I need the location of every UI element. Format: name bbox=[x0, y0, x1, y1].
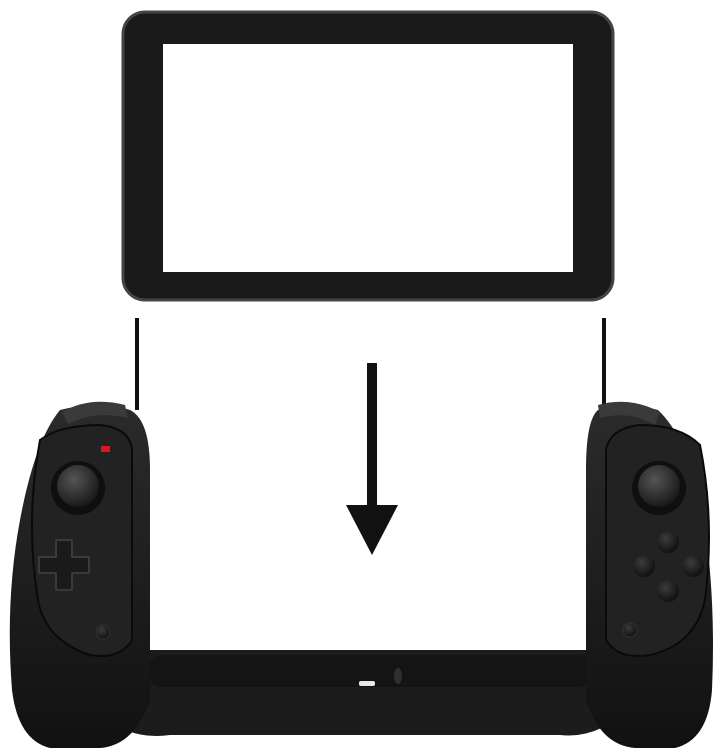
down-arrow-icon bbox=[346, 363, 398, 555]
tablet bbox=[121, 10, 615, 302]
face-button-top bbox=[657, 531, 679, 553]
left-small-button bbox=[95, 624, 111, 640]
right-stick-cap bbox=[638, 465, 680, 507]
left-control-panel bbox=[30, 423, 133, 657]
face-button-right bbox=[682, 555, 704, 577]
gamepad-controller bbox=[9, 401, 713, 748]
tablet-screen bbox=[163, 44, 573, 272]
right-small-button bbox=[622, 622, 638, 638]
bridge-button bbox=[394, 668, 402, 684]
tablet-into-controller-diagram bbox=[9, 10, 713, 748]
face-button-left bbox=[633, 555, 655, 577]
indicator-light bbox=[101, 446, 110, 452]
face-button-bottom bbox=[657, 580, 679, 602]
left-stick-cap bbox=[57, 465, 99, 507]
usb-port bbox=[359, 681, 375, 686]
